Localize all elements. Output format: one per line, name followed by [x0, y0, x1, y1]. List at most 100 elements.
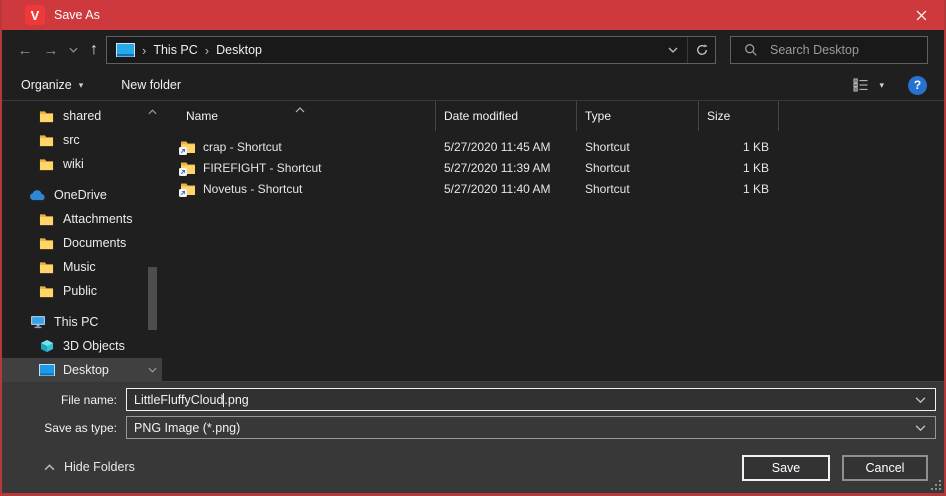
sidebar-item-label: Public	[63, 284, 97, 298]
folder-icon	[38, 157, 55, 171]
file-name: crap - Shortcut	[203, 140, 282, 154]
file-name: FIREFIGHT - Shortcut	[203, 161, 321, 175]
sidebar-item-label: 3D Objects	[63, 339, 125, 353]
resize-grip[interactable]	[929, 480, 941, 492]
organize-button[interactable]: Organize ▾	[21, 78, 83, 92]
chevron-down-icon[interactable]	[915, 396, 926, 403]
sidebar-item-label: This PC	[54, 315, 98, 329]
sidebar-item-label: Attachments	[63, 212, 132, 226]
file-row-novetus-shortcut[interactable]: Novetus - Shortcut 5/27/2020 11:40 AM Sh…	[162, 178, 944, 199]
help-icon: ?	[914, 78, 921, 92]
save-button[interactable]: Save	[742, 455, 830, 481]
sidebar-item-label: shared	[63, 109, 101, 123]
sidebar-item-public[interactable]: Public	[2, 279, 162, 303]
navigation-pane: shared src wiki OneDrive Attachments Doc…	[2, 101, 162, 381]
sidebar-item-shared[interactable]: shared	[2, 104, 162, 128]
file-type: Shortcut	[577, 140, 699, 154]
refresh-button[interactable]	[687, 37, 715, 63]
up-icon[interactable]: ↑	[82, 41, 106, 59]
search-input[interactable]: Search Desktop	[730, 36, 928, 64]
column-headers: Name Date modified Type Size	[162, 101, 944, 131]
file-name-input[interactable]: LittleFluffyCloud.png	[126, 388, 936, 411]
breadcrumb-separator-icon: ›	[135, 43, 153, 58]
column-label: Date modified	[444, 109, 518, 123]
forward-icon[interactable]: →	[38, 42, 64, 59]
folder-icon	[38, 212, 55, 226]
sidebar-scrollbar	[147, 101, 158, 381]
dialog-footer: Hide Folders Save Cancel	[2, 447, 944, 493]
help-button[interactable]: ?	[908, 76, 927, 95]
file-row-crap-shortcut[interactable]: crap - Shortcut 5/27/2020 11:45 AM Short…	[162, 136, 944, 157]
column-header-size[interactable]: Size	[699, 101, 779, 131]
window-title: Save As	[54, 8, 100, 22]
close-icon	[916, 10, 927, 21]
sidebar-item-src[interactable]: src	[2, 128, 162, 152]
breadcrumb-separator-icon: ›	[198, 43, 216, 58]
folder-shortcut-icon	[180, 139, 196, 154]
address-bar: › This PC › Desktop	[106, 36, 716, 64]
sidebar-item-desktop[interactable]: Desktop	[2, 358, 162, 382]
content-area: shared src wiki OneDrive Attachments Doc…	[2, 101, 944, 381]
chevron-down-icon	[915, 424, 926, 431]
breadcrumb-this-pc[interactable]: This PC	[153, 43, 197, 57]
scroll-up-icon[interactable]	[147, 109, 158, 115]
sidebar-item-this-pc[interactable]: This PC	[2, 310, 162, 334]
folder-shortcut-icon	[180, 181, 196, 196]
shortcut-arrow-icon	[179, 147, 187, 155]
sidebar-item-wiki[interactable]: wiki	[2, 152, 162, 176]
file-date: 5/27/2020 11:40 AM	[436, 182, 577, 196]
column-header-name[interactable]: Name	[162, 101, 436, 131]
hide-folders-button[interactable]: Hide Folders	[44, 460, 135, 474]
computer-icon	[29, 315, 46, 329]
search-placeholder: Search Desktop	[770, 43, 859, 57]
address-dropdown-button[interactable]	[659, 37, 687, 63]
file-date: 5/27/2020 11:45 AM	[436, 140, 577, 154]
folder-icon	[38, 133, 55, 147]
search-icon	[744, 43, 758, 57]
back-icon[interactable]: ←	[12, 42, 38, 59]
sidebar-item-onedrive[interactable]: OneDrive	[2, 183, 162, 207]
recent-locations-chevron-icon[interactable]	[64, 47, 82, 53]
sidebar-item-label: Desktop	[63, 363, 109, 377]
folder-icon	[38, 109, 55, 123]
file-size: 1 KB	[699, 161, 779, 175]
save-fields: File name: LittleFluffyCloud.png Save as…	[2, 381, 944, 447]
breadcrumb-desktop[interactable]: Desktop	[216, 43, 262, 57]
command-toolbar: Organize ▾ New folder ▾ ?	[2, 70, 944, 101]
3d-cube-icon	[38, 339, 55, 353]
file-row-firefight-shortcut[interactable]: FIREFIGHT - Shortcut 5/27/2020 11:39 AM …	[162, 157, 944, 178]
sidebar-item-documents[interactable]: Documents	[2, 231, 162, 255]
column-header-type[interactable]: Type	[577, 101, 699, 131]
folder-icon	[38, 260, 55, 274]
views-dropdown-caret-icon[interactable]: ▾	[879, 80, 884, 91]
folder-icon	[38, 236, 55, 250]
this-pc-icon	[116, 43, 135, 58]
views-button[interactable]	[853, 78, 869, 92]
cancel-button[interactable]: Cancel	[842, 455, 928, 481]
scrollbar-thumb[interactable]	[148, 267, 157, 330]
new-folder-button[interactable]: New folder	[121, 78, 181, 92]
column-label: Name	[186, 109, 218, 123]
onedrive-cloud-icon	[29, 190, 46, 201]
column-header-date-modified[interactable]: Date modified	[436, 101, 577, 131]
column-label: Size	[707, 109, 730, 123]
folder-icon	[38, 284, 55, 298]
chevron-up-icon	[44, 464, 55, 471]
sidebar-item-music[interactable]: Music	[2, 255, 162, 279]
file-type: Shortcut	[577, 182, 699, 196]
save-as-type-label: Save as type:	[2, 421, 126, 435]
sort-ascending-icon	[295, 102, 305, 116]
details-view-icon	[853, 78, 869, 92]
sidebar-item-attachments[interactable]: Attachments	[2, 207, 162, 231]
file-size: 1 KB	[699, 140, 779, 154]
save-as-dialog: V Save As ← → ↑ › This PC › Desktop	[0, 0, 946, 496]
sidebar-item-label: wiki	[63, 157, 84, 171]
new-folder-label: New folder	[121, 78, 181, 92]
sidebar-item-3d-objects[interactable]: 3D Objects	[2, 334, 162, 358]
scroll-down-icon[interactable]	[147, 367, 158, 373]
file-rows: crap - Shortcut 5/27/2020 11:45 AM Short…	[162, 136, 944, 199]
vivaldi-logo-icon[interactable]: V	[25, 5, 45, 25]
save-as-type-select[interactable]: PNG Image (*.png)	[126, 416, 936, 439]
organize-label: Organize	[21, 78, 72, 92]
close-button[interactable]	[898, 0, 944, 30]
